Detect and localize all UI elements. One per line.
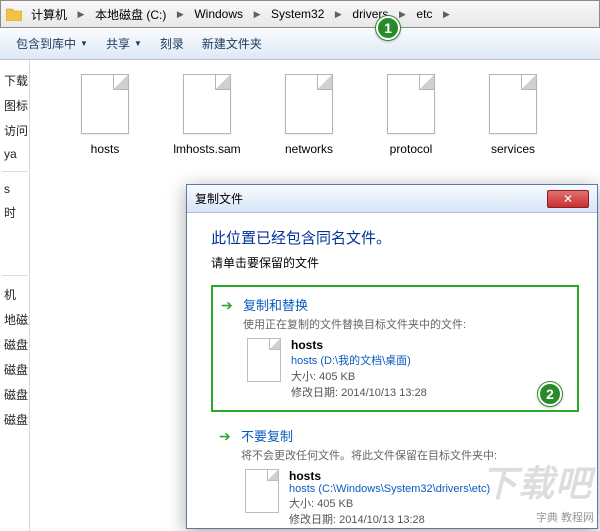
annotation-badge-2: 2: [538, 382, 562, 406]
file-icon: [183, 74, 231, 134]
sidebar-item[interactable]: [2, 225, 27, 247]
dialog-body: 此位置已经包含同名文件。 请单击要保留的文件 ➔ 复制和替换 使用正在复制的文件…: [187, 213, 597, 528]
file-icon: [247, 338, 281, 382]
breadcrumb-sep-icon: ▶: [251, 3, 263, 25]
sidebar-item[interactable]: s: [2, 178, 27, 200]
sidebar-item[interactable]: [2, 247, 27, 269]
annotation-badge-1: 1: [376, 16, 400, 40]
close-icon: ✕: [563, 193, 573, 205]
breadcrumb-sep-icon: ▶: [440, 3, 452, 25]
file-modified: 修改日期: 2014/10/13 13:28: [291, 384, 427, 400]
file-name: hosts: [291, 338, 427, 352]
breadcrumb-sep-icon: ▶: [174, 3, 186, 25]
file-icon: [387, 74, 435, 134]
sidebar-item[interactable]: 时: [2, 200, 27, 225]
toolbar-label: 共享: [106, 35, 130, 52]
sidebar-item[interactable]: 机: [2, 282, 27, 307]
file-size: 大小: 405 KB: [289, 495, 490, 511]
file-path: hosts (C:\Windows\System32\drivers\etc): [289, 483, 490, 495]
file-item-protocol[interactable]: protocol: [376, 74, 446, 156]
breadcrumb-item-system32[interactable]: System32: [267, 3, 328, 25]
breadcrumb-item-windows[interactable]: Windows: [190, 3, 247, 25]
breadcrumb-item-computer[interactable]: 计算机: [27, 3, 71, 25]
file-item-networks[interactable]: networks: [274, 74, 344, 156]
file-name: hosts: [289, 469, 490, 483]
file-path: hosts (D:\我的文档\桌面): [291, 352, 427, 368]
folder-icon: [5, 5, 23, 23]
address-bar[interactable]: 计算机 ▶ 本地磁盘 (C:) ▶ Windows ▶ System32 ▶ d…: [0, 0, 600, 28]
sidebar-item[interactable]: ya: [2, 143, 27, 165]
chevron-down-icon: ▼: [134, 39, 142, 48]
file-icon: [285, 74, 333, 134]
file-name: services: [491, 142, 535, 156]
option-desc: 使用正在复制的文件替换目标文件夹中的文件:: [243, 316, 567, 332]
explorer-sidebar[interactable]: 下载 图标 访问的位置 ya s 时 机 地磁盘 (C:) 磁盘 (D:) 磁盘…: [0, 60, 30, 531]
sidebar-item[interactable]: 地磁盘 (C:): [2, 307, 27, 332]
option-copy-replace[interactable]: ➔ 复制和替换 使用正在复制的文件替换目标文件夹中的文件: hosts host…: [211, 285, 579, 412]
sidebar-item[interactable]: 访问的位置: [2, 118, 27, 143]
option-title: 不要复制: [241, 426, 569, 445]
sidebar-item[interactable]: 磁盘 (R:): [2, 407, 27, 432]
breadcrumb-sep-icon: ▶: [332, 3, 344, 25]
file-modified: 修改日期: 2014/10/13 13:28: [289, 511, 490, 527]
arrow-right-icon: ➔: [219, 428, 231, 445]
file-item-services[interactable]: services: [478, 74, 548, 156]
file-name: lmhosts.sam: [173, 142, 240, 156]
burn-button[interactable]: 刻录: [152, 32, 192, 56]
share-button[interactable]: 共享 ▼: [98, 32, 150, 56]
toolbar-label: 包含到库中: [16, 35, 76, 52]
file-item-hosts[interactable]: hosts: [70, 74, 140, 156]
dialog-title-text: 复制文件: [195, 190, 243, 207]
toolbar-label: 新建文件夹: [202, 35, 262, 52]
file-icon: [81, 74, 129, 134]
file-name: hosts: [91, 142, 120, 156]
sidebar-item[interactable]: 磁盘 (D:): [2, 332, 27, 357]
dialog-titlebar[interactable]: 复制文件 ✕: [187, 185, 597, 213]
chevron-down-icon: ▼: [80, 39, 88, 48]
include-in-library-button[interactable]: 包含到库中 ▼: [8, 32, 96, 56]
explorer-toolbar: 包含到库中 ▼ 共享 ▼ 刻录 新建文件夹: [0, 28, 600, 60]
file-size: 大小: 405 KB: [291, 368, 427, 384]
arrow-right-icon: ➔: [221, 297, 233, 314]
breadcrumb-item-etc[interactable]: etc: [412, 3, 436, 25]
option-title: 复制和替换: [243, 295, 567, 314]
sidebar-item[interactable]: 磁盘 (E:): [2, 357, 27, 382]
file-name: protocol: [390, 142, 433, 156]
file-icon: [245, 469, 279, 513]
breadcrumb-sep-icon: ▶: [75, 3, 87, 25]
option-desc: 将不会更改任何文件。将此文件保留在目标文件夹中:: [241, 447, 569, 463]
file-name: networks: [285, 142, 333, 156]
dialog-subline: 请单击要保留的文件: [211, 254, 579, 271]
sidebar-item[interactable]: 图标: [2, 93, 27, 118]
option-file-block: hosts hosts (C:\Windows\System32\drivers…: [241, 469, 569, 527]
option-file-block: hosts hosts (D:\我的文档\桌面) 大小: 405 KB 修改日期…: [243, 338, 567, 400]
copy-file-dialog: 复制文件 ✕ 此位置已经包含同名文件。 请单击要保留的文件 ➔ 复制和替换 使用…: [186, 184, 598, 529]
toolbar-label: 刻录: [160, 35, 184, 52]
file-grid: hosts lmhosts.sam networks protocol serv…: [38, 74, 592, 156]
breadcrumb-item-c[interactable]: 本地磁盘 (C:): [91, 3, 170, 25]
dialog-headline: 此位置已经包含同名文件。: [211, 227, 579, 248]
new-folder-button[interactable]: 新建文件夹: [194, 32, 270, 56]
option-dont-copy[interactable]: ➔ 不要复制 将不会更改任何文件。将此文件保留在目标文件夹中: hosts ho…: [211, 418, 579, 528]
sidebar-item[interactable]: 下载: [2, 68, 27, 93]
file-icon: [489, 74, 537, 134]
file-item-lmhosts[interactable]: lmhosts.sam: [172, 74, 242, 156]
sidebar-item[interactable]: 磁盘 (F:): [2, 382, 27, 407]
close-button[interactable]: ✕: [547, 190, 589, 208]
